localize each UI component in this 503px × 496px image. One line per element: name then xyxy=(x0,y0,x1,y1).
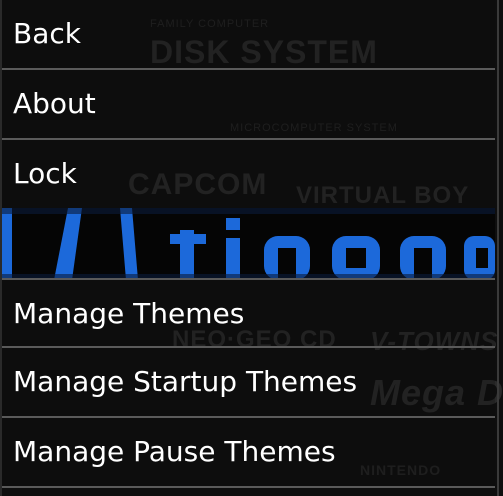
menu-item-back[interactable]: Back xyxy=(2,0,495,70)
theme-preview-graphic xyxy=(2,208,495,280)
menu-item-manage-themes[interactable]: Manage Themes xyxy=(2,278,495,348)
menu-item-label: Manage Themes xyxy=(13,297,245,330)
menu-item-label: Manage Pause Themes xyxy=(13,435,336,468)
menu-item-label: About xyxy=(13,87,96,120)
menu-item-manage-pause-themes[interactable]: Manage Pause Themes xyxy=(2,418,495,488)
menu-item-about[interactable]: About xyxy=(2,70,495,140)
menu-item-manage-startup-themes[interactable]: Manage Startup Themes xyxy=(2,348,495,418)
theme-menu-screen: FAMILY COMPUTER DISK SYSTEM MICROCOMPUTE… xyxy=(0,0,503,496)
menu-item-label: Back xyxy=(13,17,81,50)
theme-preview-banner xyxy=(2,208,495,280)
right-frame-border xyxy=(497,0,499,496)
left-frame-border xyxy=(0,0,2,496)
menu-item-label: Lock xyxy=(13,157,77,190)
options-menu: Back About Lock Manage Themes Manage Sta… xyxy=(2,0,495,488)
menu-item-lock[interactable]: Lock xyxy=(2,140,495,210)
menu-item-label: Manage Startup Themes xyxy=(13,365,358,398)
